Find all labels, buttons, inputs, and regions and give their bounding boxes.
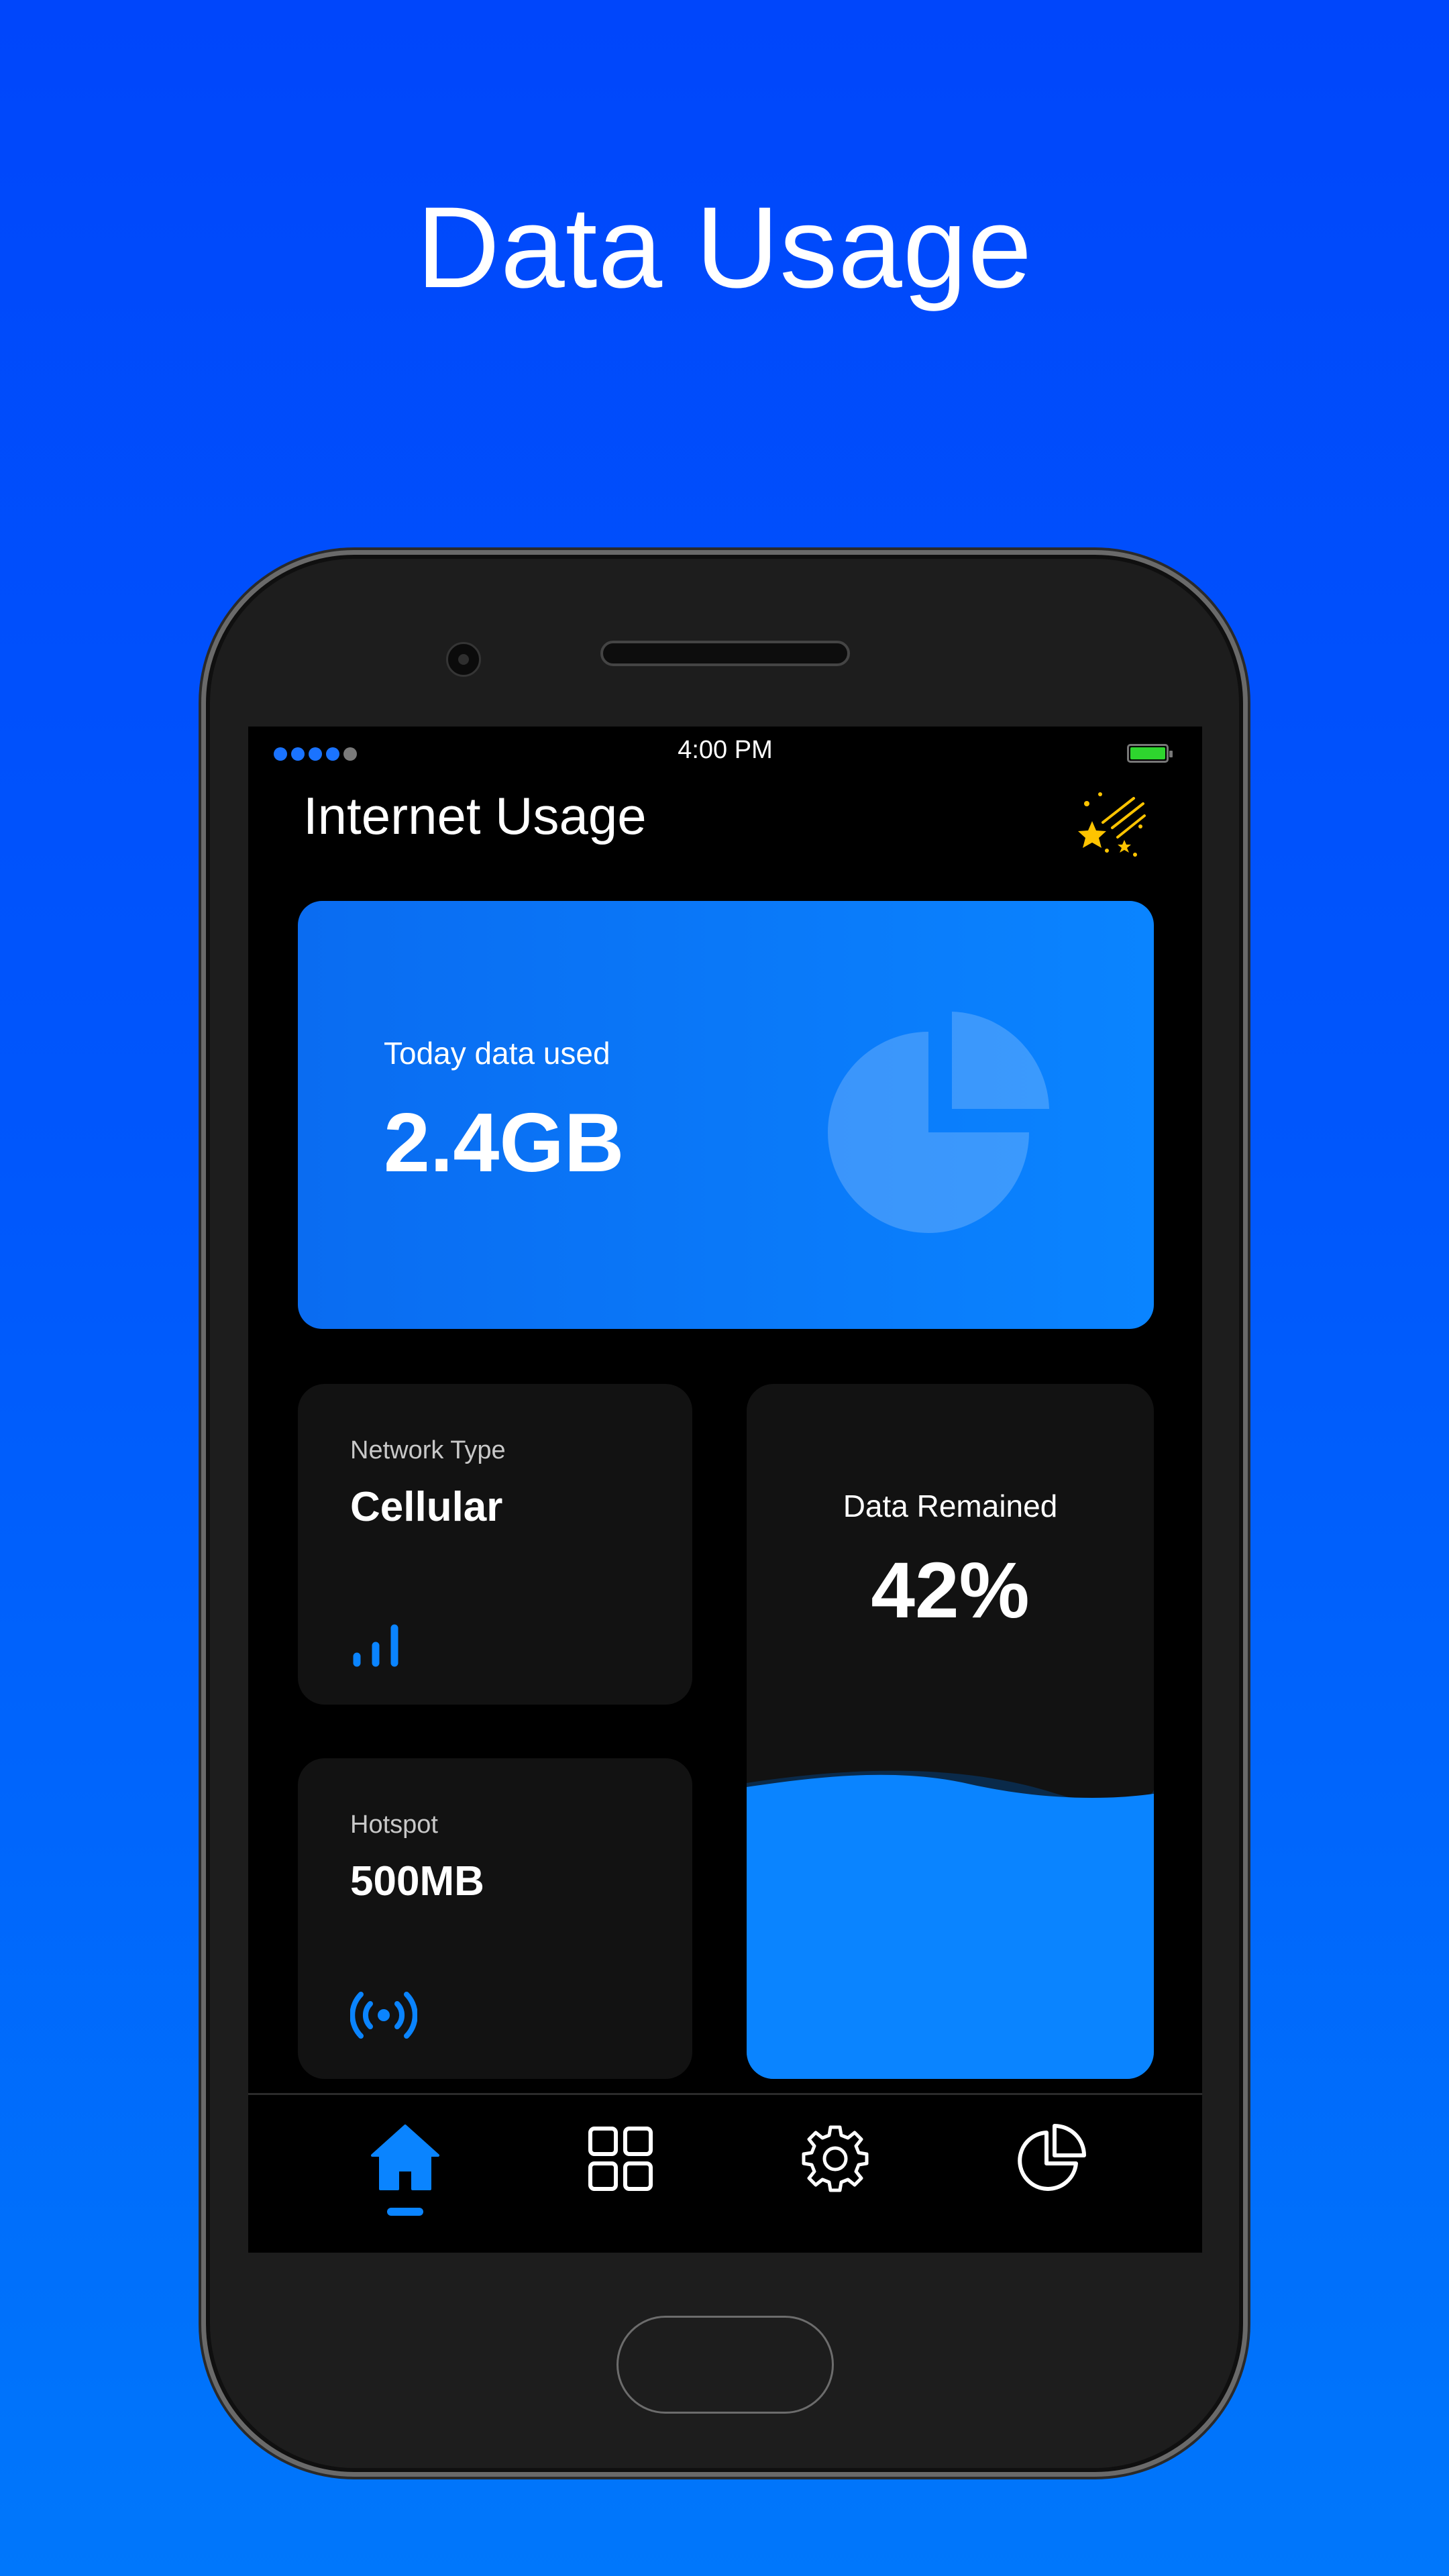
app-title: Internet Usage xyxy=(303,786,647,845)
pie-chart-icon[interactable] xyxy=(1014,2122,1088,2196)
earpiece-speaker xyxy=(600,641,850,666)
today-usage-label: Today data used xyxy=(384,1036,610,1071)
data-remained-value: 42% xyxy=(871,1546,1030,1635)
signal-bars-icon xyxy=(353,1624,398,1667)
nav-active-indicator xyxy=(387,2208,423,2216)
network-type-label: Network Type xyxy=(350,1436,506,1464)
status-time: 4:00 PM xyxy=(678,736,773,764)
front-camera xyxy=(446,642,481,677)
today-usage-card[interactable]: Today data used 2.4GB xyxy=(298,901,1154,1329)
hotspot-value: 500MB xyxy=(350,1858,484,1904)
home-icon[interactable] xyxy=(368,2122,442,2196)
battery-icon xyxy=(1127,744,1173,763)
data-remained-label: Data Remained xyxy=(843,1489,1058,1523)
network-type-card[interactable]: Network Type Cellular xyxy=(298,1384,692,1705)
today-usage-value: 2.4GB xyxy=(384,1097,625,1189)
hotspot-icon xyxy=(350,1992,417,2039)
bottom-nav-divider xyxy=(248,2093,1202,2095)
network-type-value: Cellular xyxy=(350,1484,503,1530)
gear-icon[interactable] xyxy=(798,2122,872,2196)
hotspot-card[interactable]: Hotspot 500MB xyxy=(298,1758,692,2079)
phone-home-button[interactable] xyxy=(616,2316,834,2414)
hotspot-label: Hotspot xyxy=(350,1811,438,1839)
data-remained-card[interactable]: Data Remained 42% xyxy=(747,1384,1154,2079)
page-headline: Data Usage xyxy=(416,183,1033,312)
pie-chart-icon xyxy=(828,1012,1049,1233)
app-screen: 4:00 PM Internet Usage Today data used 2… xyxy=(248,727,1202,2253)
grid-icon[interactable] xyxy=(584,2122,657,2196)
stars-icon[interactable] xyxy=(1073,784,1154,864)
